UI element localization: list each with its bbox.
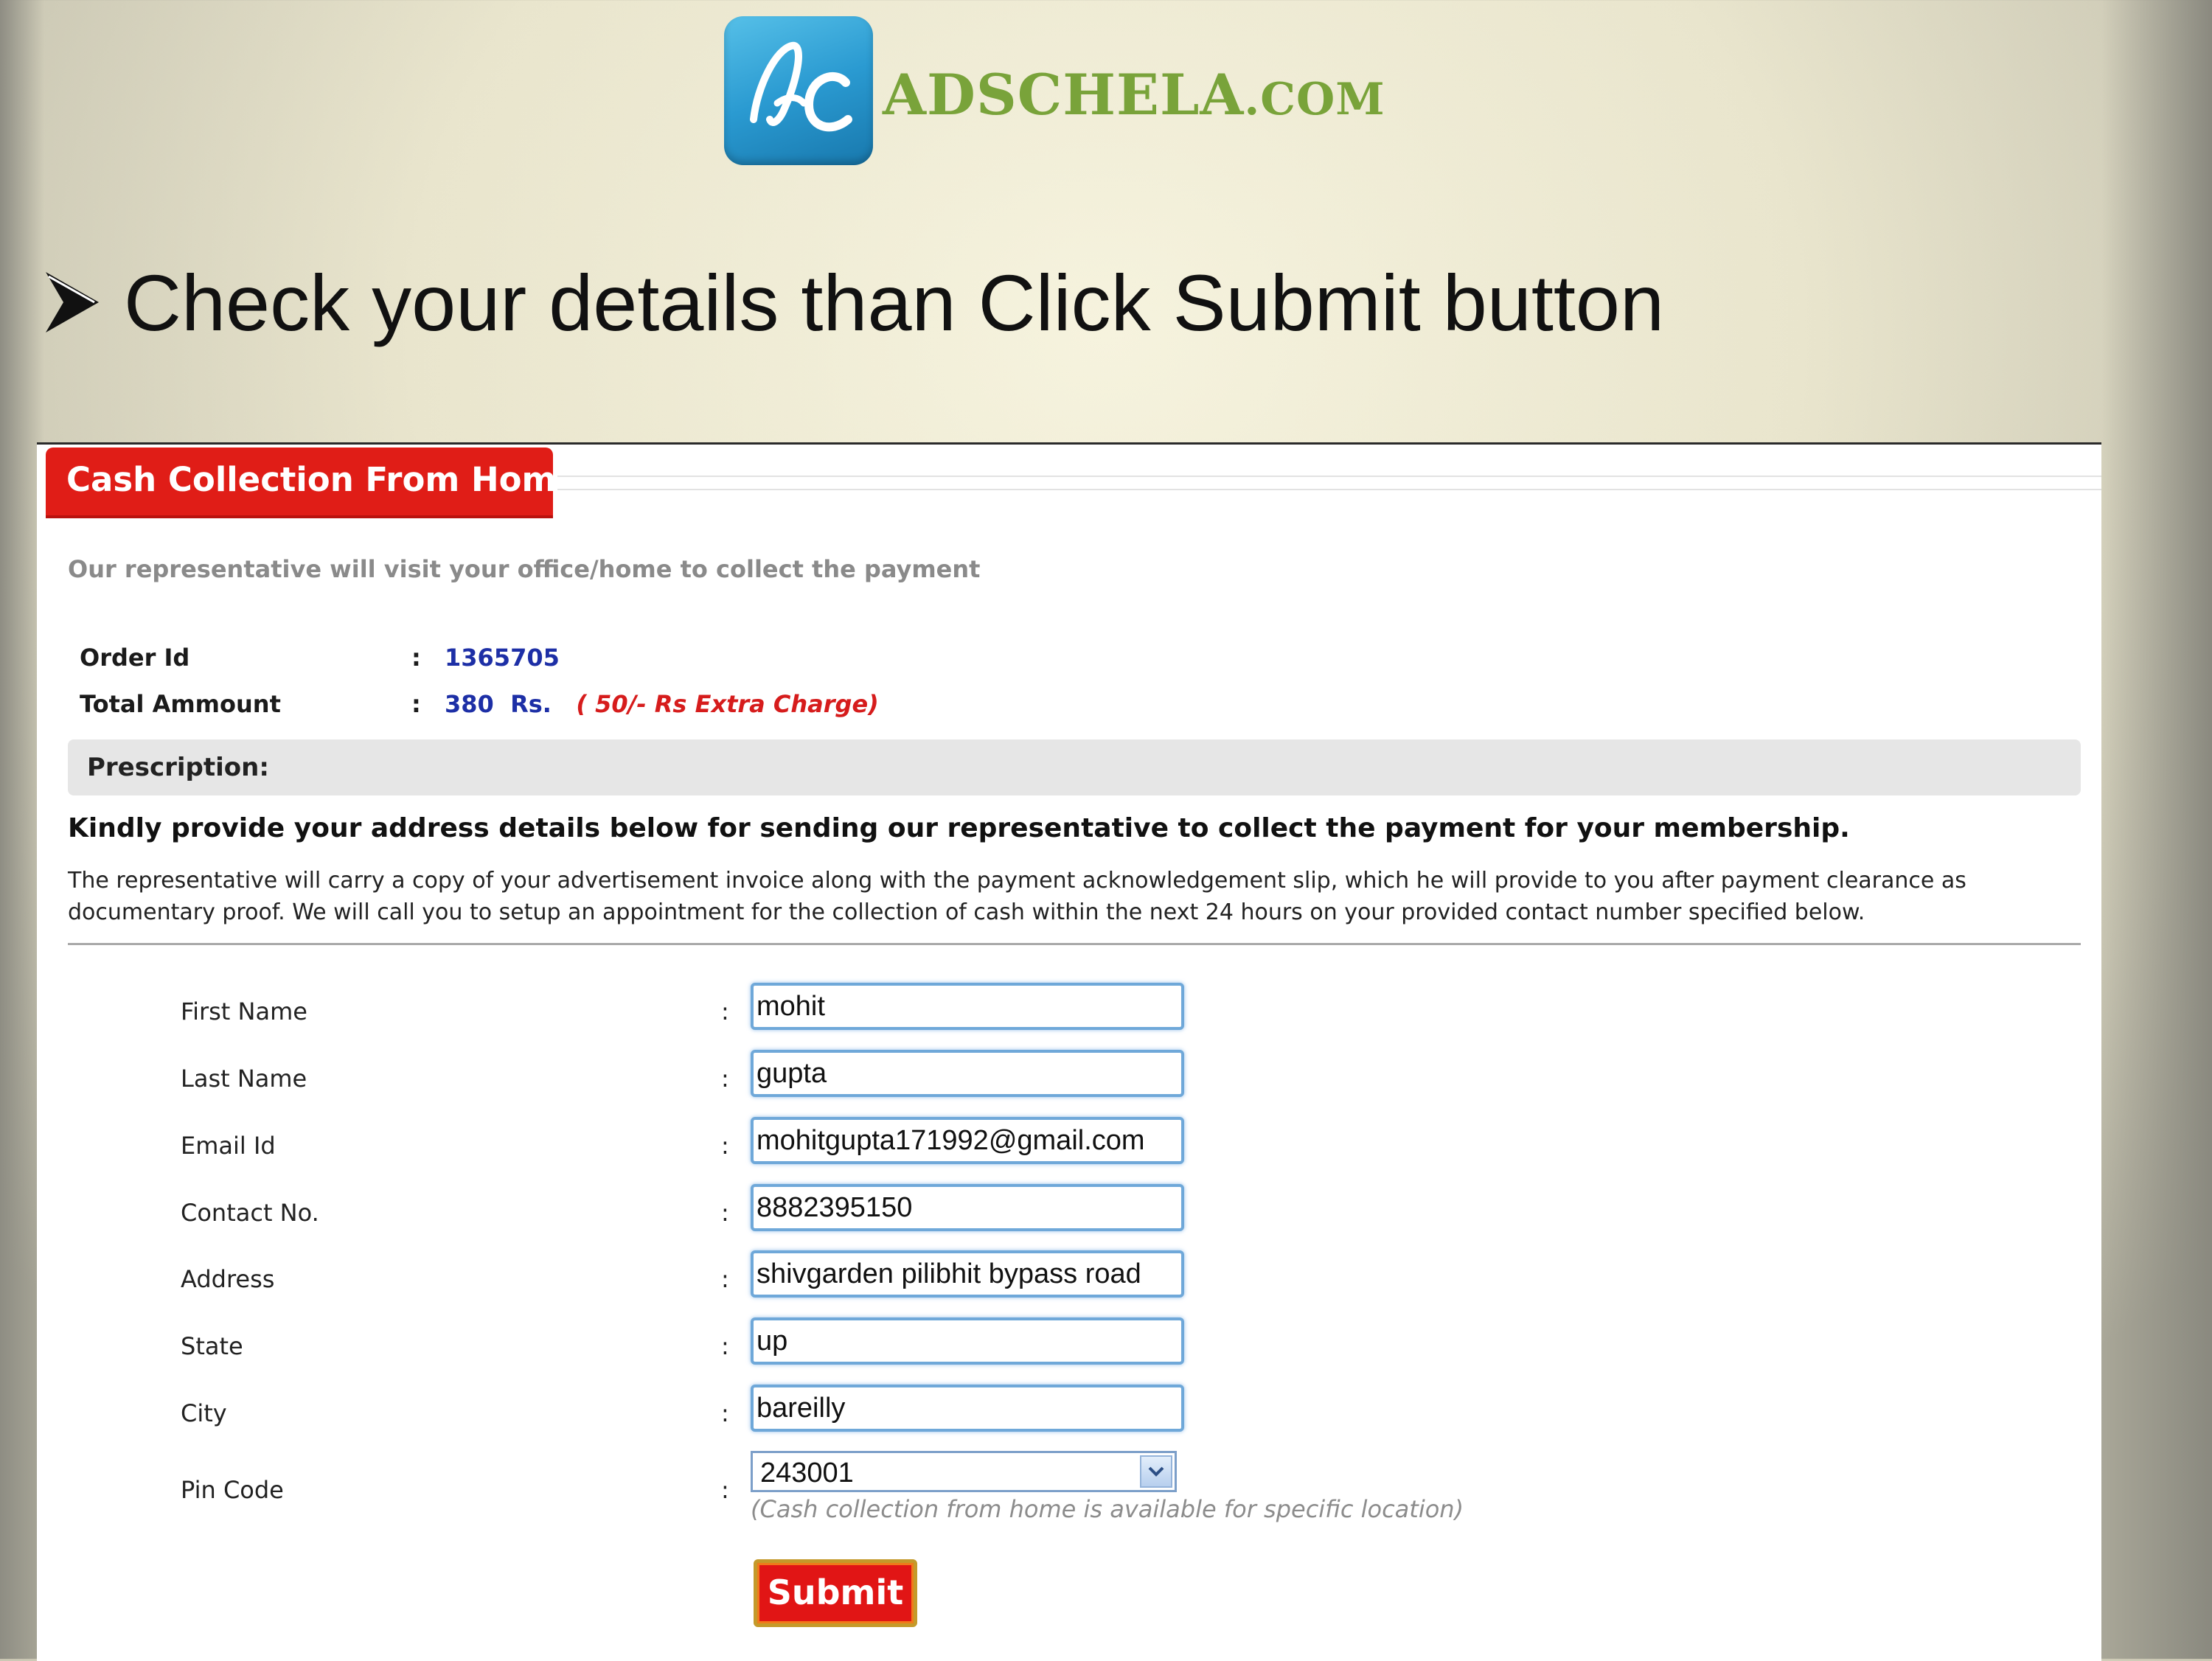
state-label: State: [181, 1332, 243, 1360]
email-label: Email Id: [181, 1132, 276, 1160]
first-name-row: First Name :: [37, 983, 2101, 1042]
representative-info-paragraph: The representative will carry a copy of …: [68, 868, 1966, 925]
city-row: City :: [37, 1385, 2101, 1444]
state-input[interactable]: [751, 1317, 1184, 1365]
first-name-label: First Name: [181, 997, 307, 1025]
field-colon: :: [721, 1132, 729, 1160]
order-id-row: Order Id:1365705: [80, 644, 560, 672]
pin-code-label: Pin Code: [181, 1476, 284, 1504]
prescription-label: Prescription:: [87, 753, 269, 782]
total-amount-colon: :: [411, 690, 421, 718]
heading-text: Check your details than Click Submit but…: [124, 257, 1665, 347]
pin-code-select[interactable]: 243001: [751, 1451, 1177, 1492]
adschela-logo: ADSCHELA.COM: [724, 16, 1402, 171]
panel-title-tab: Cash Collection From Home: [46, 448, 579, 518]
pin-code-value: 243001: [760, 1458, 854, 1488]
first-name-input[interactable]: [751, 983, 1184, 1030]
total-amount-row: Total Ammount:380 Rs. ( 50/- Rs Extra Ch…: [80, 690, 879, 718]
last-name-label: Last Name: [181, 1065, 307, 1093]
cash-collection-panel: Cash Collection From Home Our representa…: [37, 442, 2101, 1661]
last-name-row: Last Name :: [37, 1050, 2101, 1109]
address-row: Address :: [37, 1250, 2101, 1309]
arrow-bullet-icon: [46, 272, 99, 332]
order-id-label: Order Id: [80, 644, 190, 672]
pin-code-note: (Cash collection from home is available …: [751, 1495, 1464, 1523]
panel-subtitle: Our representative will visit your offic…: [68, 555, 981, 583]
address-input[interactable]: [751, 1250, 1184, 1298]
address-label: Address: [181, 1265, 275, 1293]
field-colon: :: [721, 997, 729, 1025]
extra-charge-note: ( 50/- Rs Extra Charge): [576, 690, 879, 718]
last-name-input[interactable]: [751, 1050, 1184, 1097]
total-amount-label: Total Ammount: [80, 690, 281, 718]
logo-wordmark: ADSCHELA.COM: [883, 62, 1385, 128]
contact-row: Contact No. :: [37, 1184, 2101, 1243]
submit-button[interactable]: Submit: [754, 1559, 917, 1627]
order-id-colon: :: [411, 644, 421, 672]
city-input[interactable]: [751, 1385, 1184, 1432]
panel-title: Cash Collection From Home: [66, 460, 579, 499]
logo-mark-icon: [724, 16, 873, 165]
contact-input[interactable]: [751, 1184, 1184, 1231]
prescription-bar: Prescription:: [68, 739, 2081, 795]
field-colon: :: [721, 1399, 729, 1427]
address-instruction: Kindly provide your address details belo…: [68, 813, 1850, 843]
chevron-down-icon[interactable]: [1140, 1455, 1172, 1488]
field-colon: :: [721, 1199, 729, 1227]
order-id-value: 1365705: [445, 644, 560, 672]
city-label: City: [181, 1399, 227, 1427]
field-colon: :: [721, 1332, 729, 1360]
title-divider: [557, 476, 2101, 490]
form-divider: [68, 943, 2081, 945]
email-row: Email Id :: [37, 1117, 2101, 1176]
currency-label: Rs.: [510, 690, 552, 718]
field-colon: :: [721, 1476, 729, 1504]
background-shade-right: [2101, 0, 2212, 1659]
contact-label: Contact No.: [181, 1199, 319, 1227]
field-colon: :: [721, 1265, 729, 1293]
email-input[interactable]: [751, 1117, 1184, 1164]
slide-heading: Check your details than Click Submit but…: [43, 254, 1664, 350]
field-colon: :: [721, 1065, 729, 1093]
total-amount-value: 380: [445, 690, 494, 718]
state-row: State :: [37, 1317, 2101, 1376]
